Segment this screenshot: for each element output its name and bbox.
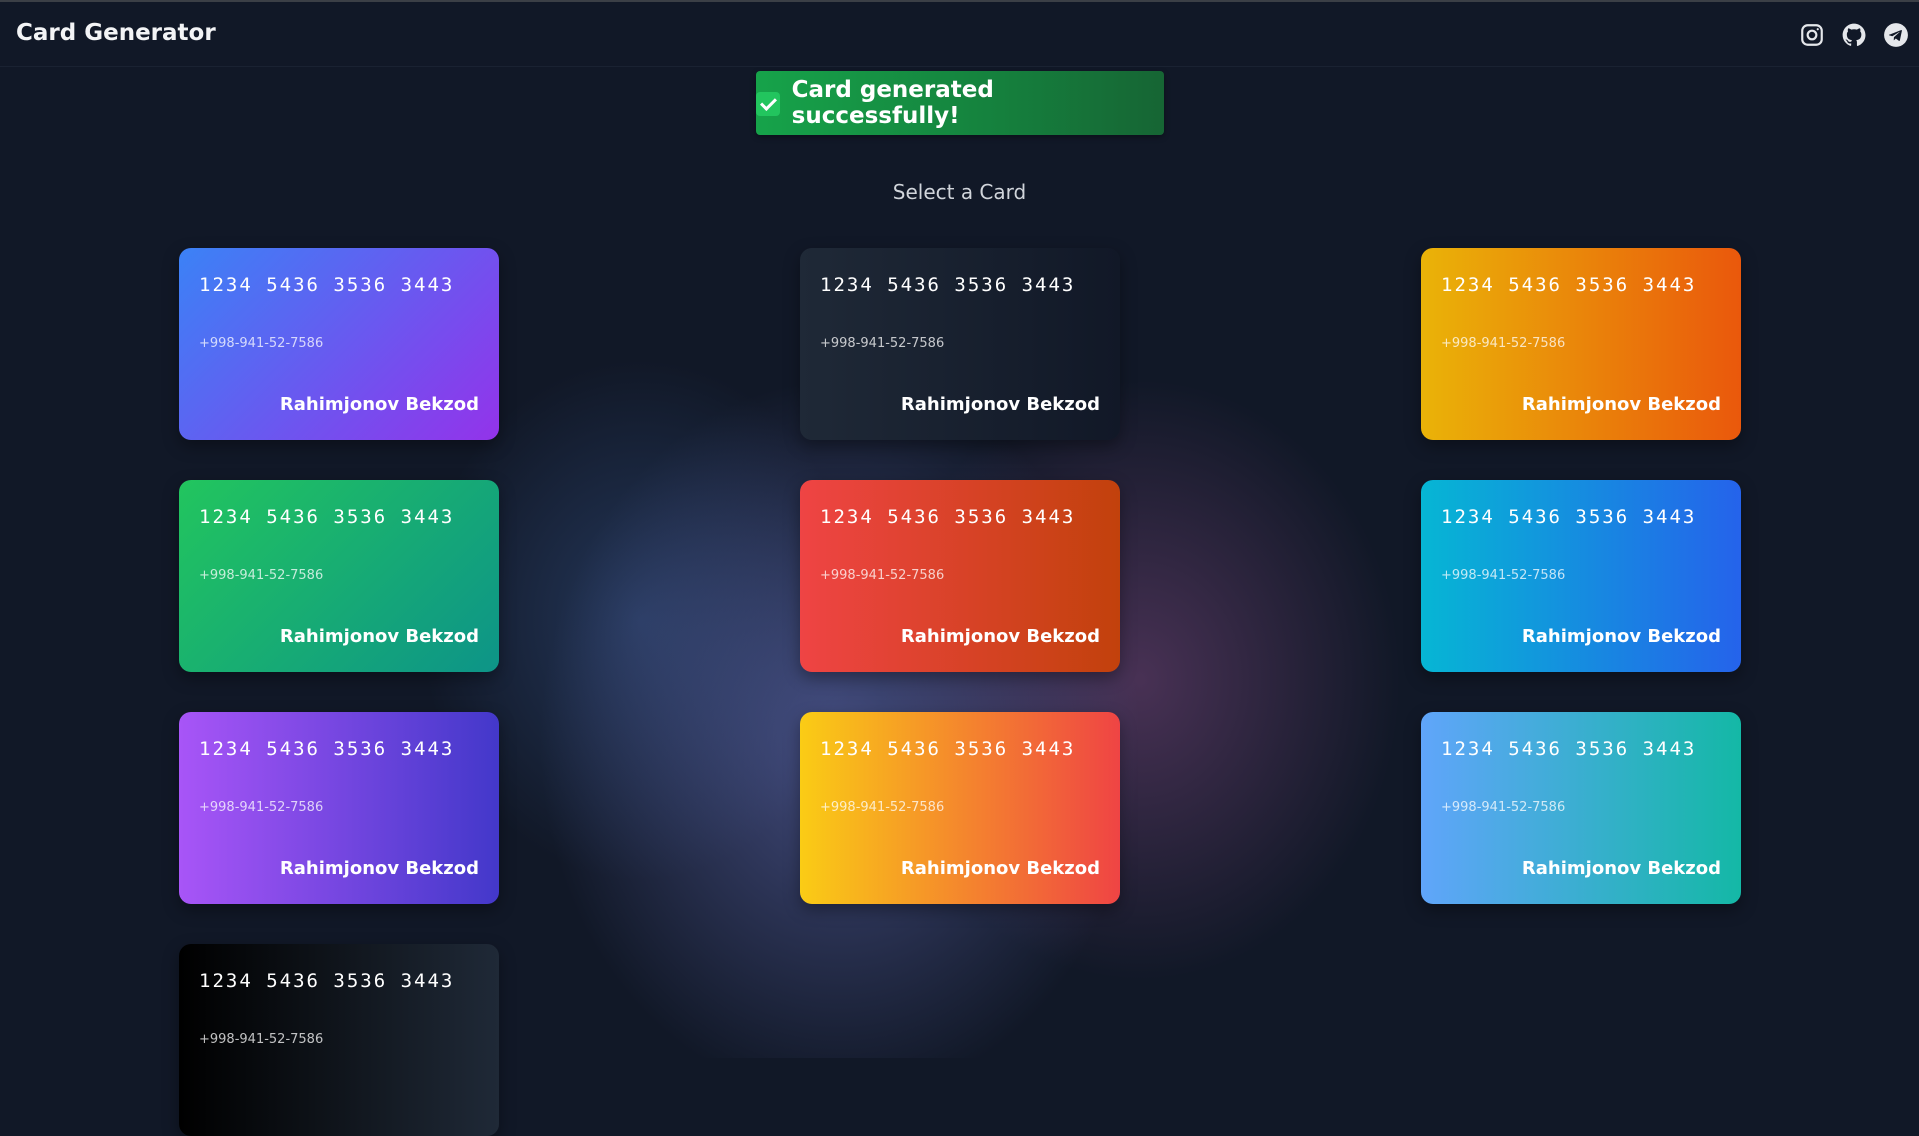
card-phone: +998-941-52-7586	[199, 568, 324, 583]
card-number: 1234 5436 3536 3443	[199, 738, 455, 760]
card-option[interactable]: 1234 5436 3536 3443 +998-941-52-7586	[179, 944, 499, 1136]
card-number: 1234 5436 3536 3443	[199, 970, 455, 992]
success-toast: Card generated successfully!	[756, 71, 1164, 135]
section-title: Select a Card	[892, 180, 1027, 204]
card-phone: +998-941-52-7586	[199, 800, 324, 815]
card-option[interactable]: 1234 5436 3536 3443 +998-941-52-7586 Rah…	[1421, 480, 1741, 672]
card-phone: +998-941-52-7586	[1441, 568, 1566, 583]
card-holder-name: Rahimjonov Bekzod	[900, 394, 1100, 415]
card-phone: +998-941-52-7586	[199, 1032, 324, 1047]
card-holder-name: Rahimjonov Bekzod	[900, 626, 1100, 647]
toast-message: Card generated successfully!	[791, 77, 994, 129]
check-mark-icon	[756, 92, 780, 116]
card-holder-name: Rahimjonov Bekzod	[279, 626, 479, 647]
card-number: 1234 5436 3536 3443	[1441, 506, 1697, 528]
card-phone: +998-941-52-7586	[1441, 800, 1566, 815]
instagram-icon[interactable]	[1799, 22, 1825, 48]
card-number: 1234 5436 3536 3443	[1441, 274, 1697, 296]
app-title[interactable]: Card Generator	[16, 20, 216, 46]
telegram-icon[interactable]	[1883, 22, 1909, 48]
card-phone: +998-941-52-7586	[820, 800, 945, 815]
card-holder-name: Rahimjonov Bekzod	[1521, 858, 1721, 879]
card-holder-name: Rahimjonov Bekzod	[279, 394, 479, 415]
card-number: 1234 5436 3536 3443	[199, 274, 455, 296]
card-option[interactable]: 1234 5436 3536 3443 +998-941-52-7586 Rah…	[179, 480, 499, 672]
card-holder-name: Rahimjonov Bekzod	[1521, 394, 1721, 415]
card-phone: +998-941-52-7586	[199, 336, 324, 351]
card-number: 1234 5436 3536 3443	[1441, 738, 1697, 760]
card-option[interactable]: 1234 5436 3536 3443 +998-941-52-7586 Rah…	[179, 248, 499, 440]
card-option[interactable]: 1234 5436 3536 3443 +998-941-52-7586 Rah…	[800, 248, 1120, 440]
card-holder-name: Rahimjonov Bekzod	[279, 858, 479, 879]
social-links	[1799, 22, 1909, 48]
card-phone: +998-941-52-7586	[820, 336, 945, 351]
card-phone: +998-941-52-7586	[1441, 336, 1566, 351]
github-icon[interactable]	[1841, 22, 1867, 48]
top-navbar: Card Generator	[0, 2, 1919, 67]
card-number: 1234 5436 3536 3443	[820, 738, 1076, 760]
card-option[interactable]: 1234 5436 3536 3443 +998-941-52-7586 Rah…	[1421, 248, 1741, 440]
card-phone: +998-941-52-7586	[820, 568, 945, 583]
card-option[interactable]: 1234 5436 3536 3443 +998-941-52-7586 Rah…	[179, 712, 499, 904]
card-number: 1234 5436 3536 3443	[199, 506, 455, 528]
card-option[interactable]: 1234 5436 3536 3443 +998-941-52-7586 Rah…	[800, 480, 1120, 672]
card-option[interactable]: 1234 5436 3536 3443 +998-941-52-7586 Rah…	[1421, 712, 1741, 904]
card-number: 1234 5436 3536 3443	[820, 506, 1076, 528]
card-holder-name: Rahimjonov Bekzod	[900, 858, 1100, 879]
card-number: 1234 5436 3536 3443	[820, 274, 1076, 296]
card-option[interactable]: 1234 5436 3536 3443 +998-941-52-7586 Rah…	[800, 712, 1120, 904]
card-holder-name: Rahimjonov Bekzod	[1521, 626, 1721, 647]
